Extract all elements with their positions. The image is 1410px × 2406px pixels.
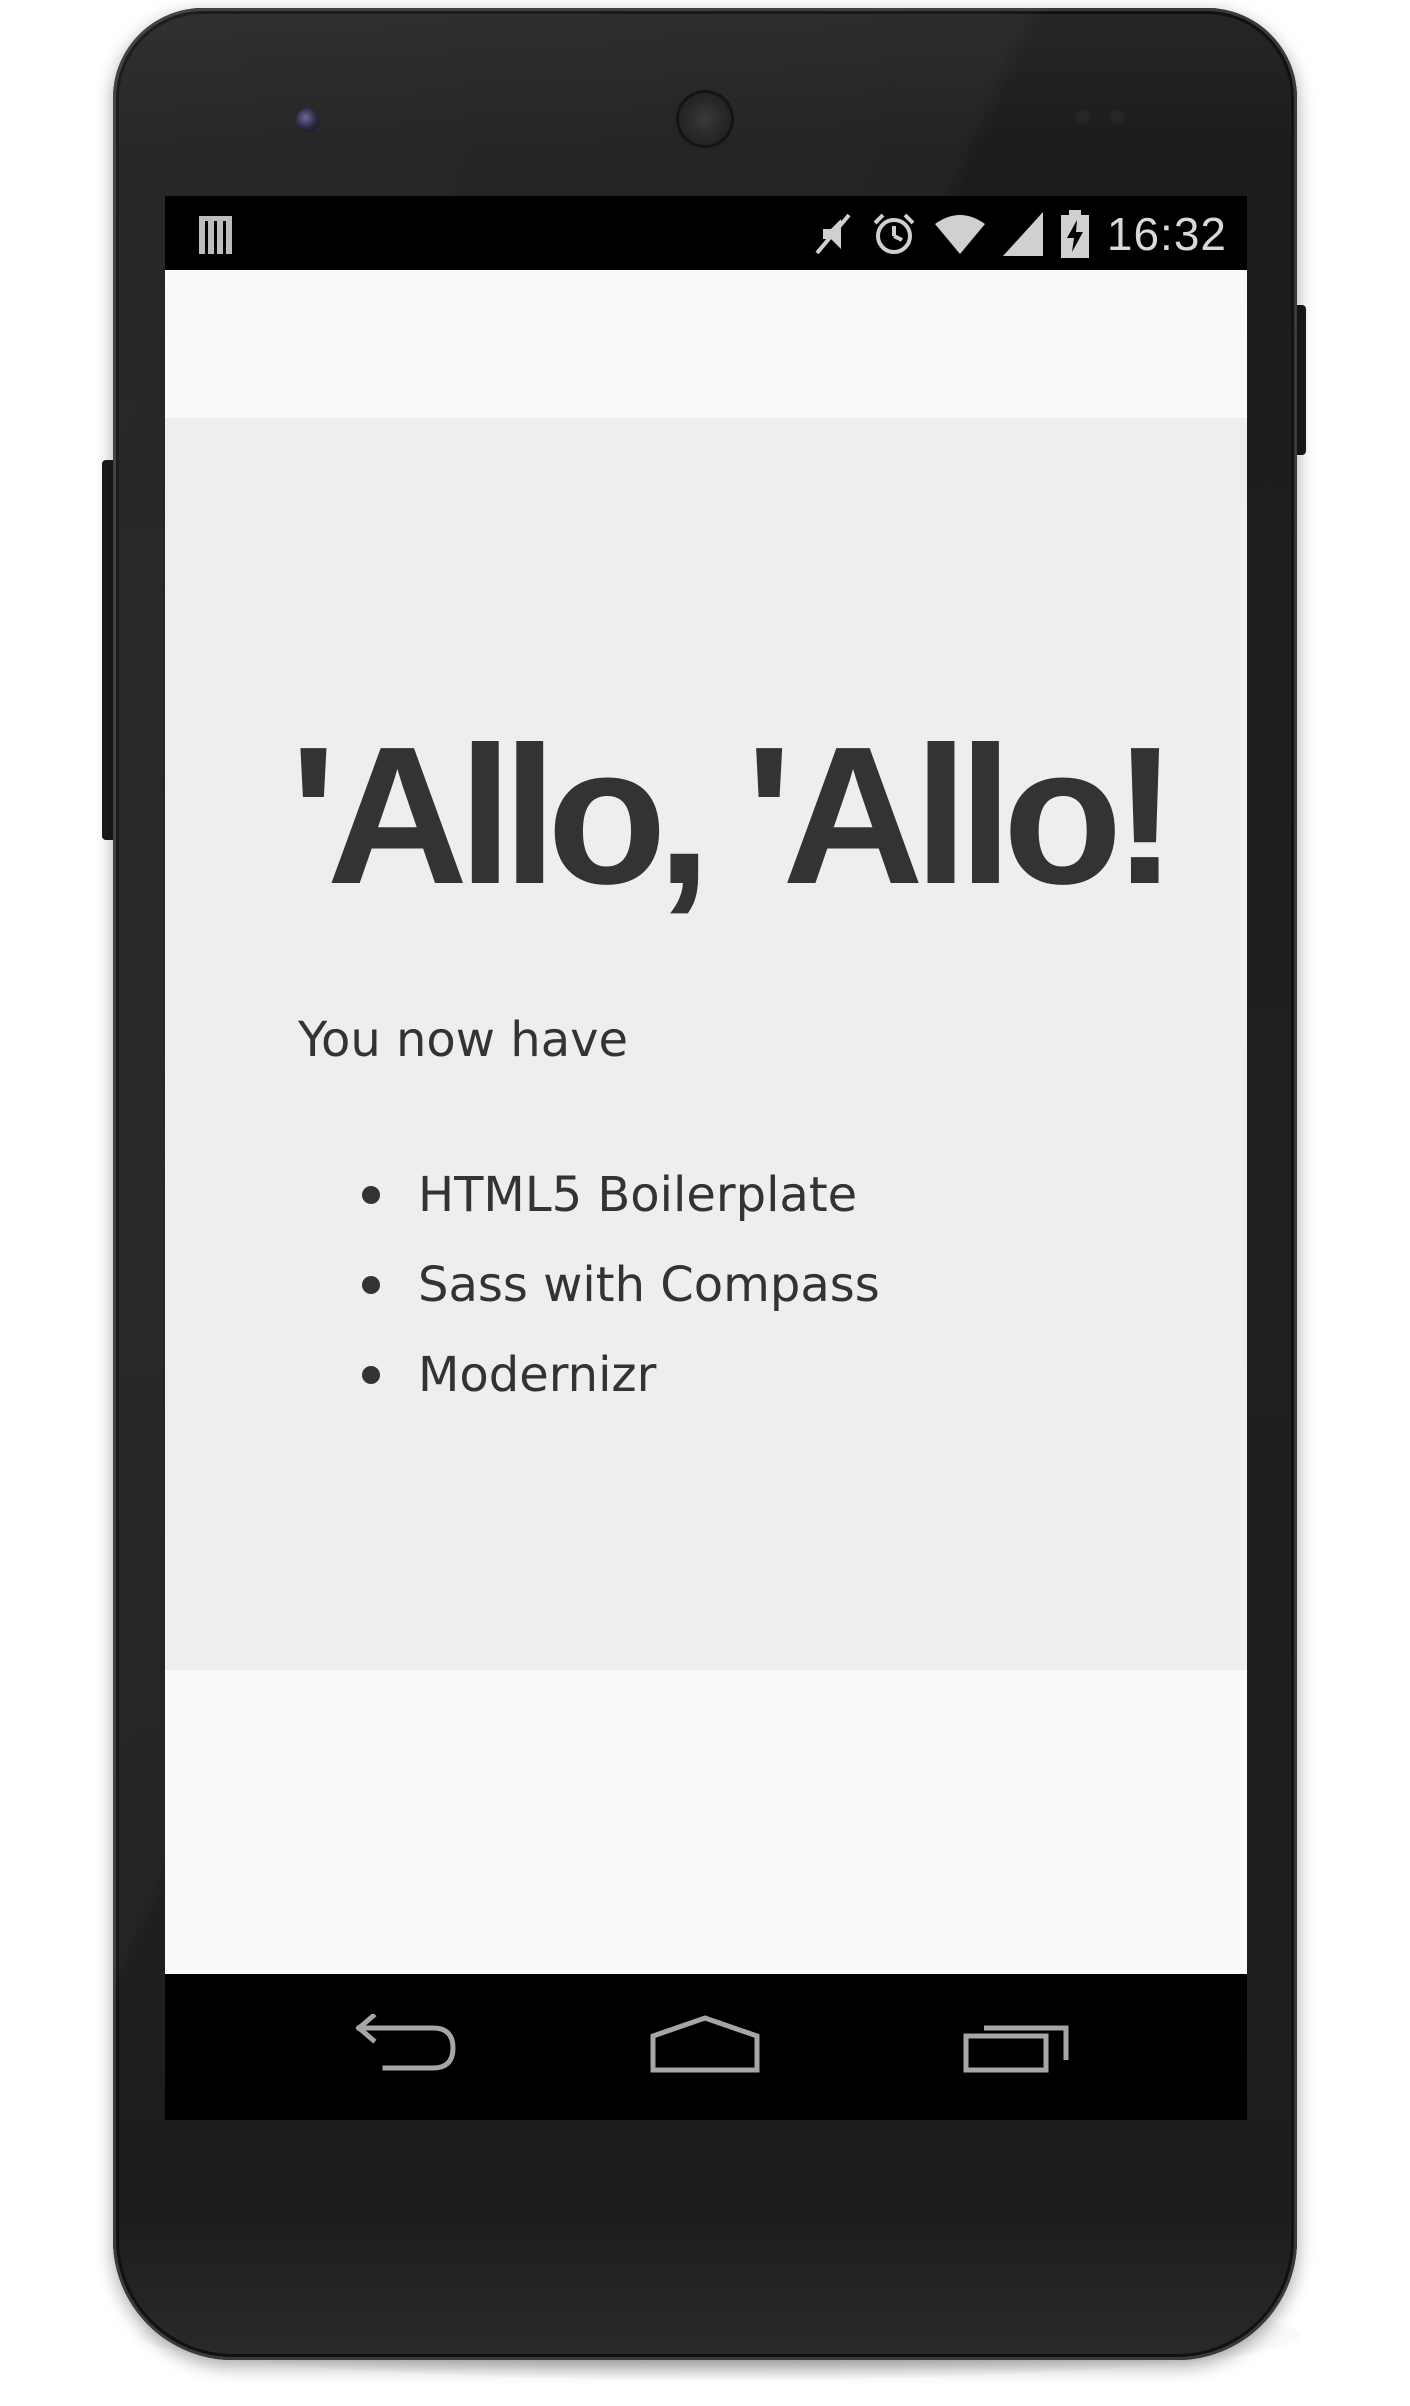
back-button[interactable] <box>335 2004 475 2088</box>
earpiece-speaker <box>676 90 734 148</box>
phone-screen: 16:32 'Allo, 'Allo! You now have HTML5 B… <box>165 196 1247 2120</box>
bullet-icon <box>362 1366 380 1384</box>
lead-text: You now have <box>298 1012 629 1068</box>
battery-charging-icon <box>1060 210 1089 258</box>
recents-icon <box>962 2014 1072 2078</box>
home-button[interactable] <box>635 2004 775 2088</box>
bullet-icon <box>362 1186 380 1204</box>
bullet-icon <box>362 1276 380 1294</box>
page-headline: 'Allo, 'Allo! <box>290 706 1178 925</box>
signal-icon <box>1002 212 1043 256</box>
recents-button[interactable] <box>947 2004 1087 2088</box>
list-item-label: Modernizr <box>418 1347 657 1403</box>
front-camera <box>296 108 320 132</box>
back-icon <box>353 2012 457 2078</box>
proximity-sensor <box>1076 110 1090 124</box>
home-icon <box>649 2014 761 2078</box>
light-sensor <box>1110 110 1124 124</box>
list-item-label: Sass with Compass <box>418 1257 880 1313</box>
mute-icon <box>813 211 853 257</box>
notification-icon[interactable] <box>199 216 235 254</box>
jumbotron: 'Allo, 'Allo! You now have HTML5 Boilerp… <box>165 418 1247 1670</box>
status-time: 16:32 <box>1106 208 1227 260</box>
list-item-label: HTML5 Boilerplate <box>418 1167 858 1223</box>
alarm-icon <box>871 211 917 257</box>
wifi-icon <box>934 212 985 256</box>
navigation-bar <box>165 1974 1247 2120</box>
status-icons: 16:32 <box>813 206 1227 262</box>
status-bar: 16:32 <box>165 196 1247 270</box>
web-page: 'Allo, 'Allo! You now have HTML5 Boilerp… <box>165 270 1247 1974</box>
